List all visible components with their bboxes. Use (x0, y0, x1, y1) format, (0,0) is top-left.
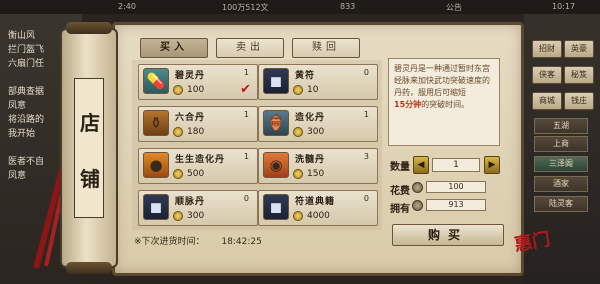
coin-icon (293, 211, 303, 221)
description-highlight: 15分钟 (394, 100, 422, 109)
cost-label: 花费 (390, 186, 410, 197)
item-qty: 0 (243, 194, 249, 203)
item-name: 黄符 (295, 71, 316, 81)
shop-item[interactable]: ⚱ 六合丹 1 180 (138, 106, 258, 142)
sealed-talisman-icon: ◼ (263, 194, 289, 220)
coin-icon (293, 169, 303, 179)
side-tab[interactable]: 陆灵客 (534, 196, 588, 212)
restock-time: 18:42:25 (221, 237, 262, 247)
side-tab[interactable]: 五湖 (534, 118, 588, 134)
elixir-jar-icon: 🏺 (263, 110, 289, 136)
menu-button[interactable]: 商城 (532, 92, 562, 110)
increase-quantity-button[interactable]: ▶ (484, 156, 500, 174)
tab-redeem[interactable]: 赎回 (292, 38, 360, 58)
shop-item[interactable]: ◼ 黄符 0 10 (258, 64, 378, 100)
item-price: 300 (187, 211, 205, 221)
item-price: 150 (307, 169, 325, 179)
item-qty: 0 (363, 68, 369, 77)
menu-button[interactable]: 钱庄 (564, 92, 594, 110)
item-price: 10 (307, 85, 319, 95)
item-price: 4000 (307, 211, 330, 221)
scroll-knob-bottom (66, 262, 112, 274)
menu-button[interactable]: 英豪 (564, 40, 594, 58)
item-name: 造化丹 (295, 113, 326, 123)
item-qty: 1 (243, 152, 249, 161)
jade-pill-icon: 💊 (143, 68, 169, 94)
gourd-bottle-icon: ⚱ (143, 110, 169, 136)
tab-buy[interactable]: 买入 (140, 38, 208, 58)
status-time: 10:17 (552, 2, 576, 11)
restock-label: ※下次进货时间： (134, 237, 205, 247)
coin-icon (173, 85, 183, 95)
shop-item[interactable]: ◼ 顺脉丹 0 300 (138, 190, 258, 226)
scroll-title: 店 铺 (74, 78, 104, 218)
item-price: 100 (187, 85, 205, 95)
item-name: 洗髓丹 (295, 155, 326, 165)
shop-item[interactable]: 🏺 造化丹 1 300 (258, 106, 378, 142)
decrease-quantity-button[interactable]: ◀ (413, 156, 429, 174)
cost-value: 100 (426, 181, 486, 193)
shop-item[interactable]: 💊 碧灵丹 1 100 ✔ (138, 64, 258, 100)
quantity-input[interactable]: 1 (432, 158, 480, 172)
item-qty: 3 (363, 152, 369, 161)
buy-button[interactable]: 购买 (392, 224, 504, 246)
item-qty: 1 (363, 110, 369, 119)
side-tab[interactable]: 酒家 (534, 176, 588, 192)
pill-dish-icon: ◉ (263, 152, 289, 178)
item-name: 符道典籍 (295, 197, 336, 207)
shop-item[interactable]: ◉ 洗髓丹 3 150 (258, 148, 378, 184)
item-name: 顺脉丹 (175, 197, 206, 207)
pill-pile-icon: ● (143, 152, 169, 178)
shop-item[interactable]: ◼ 符道典籍 0 4000 (258, 190, 378, 226)
coin-icon (173, 169, 183, 179)
shop-item[interactable]: ● 生生造化丹 1 500 (138, 148, 258, 184)
owned-label: 拥有 (390, 204, 410, 215)
menu-button[interactable]: 秘笈 (564, 66, 594, 84)
owned-value: 913 (426, 199, 486, 211)
menu-button[interactable]: 招财 (532, 40, 562, 58)
description-text: 碧灵丹是一种通过暂时东宫经脉来加快武功突破速度的丹药，服用后可缩短 (394, 64, 490, 97)
item-price: 180 (187, 127, 205, 137)
scroll-title-char: 铺 (80, 167, 100, 191)
status-gold: 833 (340, 2, 356, 11)
item-description: 碧灵丹是一种通过暂时东宫经脉来加快武功突破速度的丹药，服用后可缩短 15分钟的突… (388, 58, 500, 146)
quantity-label: 数量 (390, 162, 410, 173)
coin-icon (412, 182, 423, 193)
item-qty: 1 (243, 110, 249, 119)
coin-icon (412, 200, 423, 211)
status-bar: 2:40 100万512文 833 公告 10:17 (0, 0, 600, 14)
description-text-end: 的突破时间。 (421, 100, 470, 109)
sealed-talisman-icon: ◼ (263, 68, 289, 94)
status-left-value: 2:40 (118, 2, 136, 11)
menu-button[interactable]: 侠客 (532, 66, 562, 84)
item-name: 六合丹 (175, 113, 206, 123)
item-price: 500 (187, 169, 205, 179)
item-qty: 0 (363, 194, 369, 203)
item-name: 碧灵丹 (175, 71, 206, 81)
sealed-talisman-icon: ◼ (143, 194, 169, 220)
status-money: 100万512文 (222, 3, 269, 12)
item-name: 生生造化丹 (175, 155, 226, 165)
coin-icon (173, 211, 183, 221)
selected-check-icon: ✔ (240, 82, 251, 97)
status-mail[interactable]: 公告 (446, 2, 462, 13)
side-tab[interactable]: 三泽阁 (534, 156, 588, 172)
coin-icon (173, 127, 183, 137)
restock-timer: ※下次进货时间： 18:42:25 (134, 234, 262, 247)
coin-icon (293, 85, 303, 95)
item-price: 300 (307, 127, 325, 137)
coin-icon (293, 127, 303, 137)
side-tab[interactable]: 上商 (534, 136, 588, 152)
tab-sell[interactable]: 卖出 (216, 38, 284, 58)
item-qty: 1 (243, 68, 249, 77)
scroll-title-char: 店 (80, 111, 100, 135)
scroll-knob-top (66, 22, 112, 34)
